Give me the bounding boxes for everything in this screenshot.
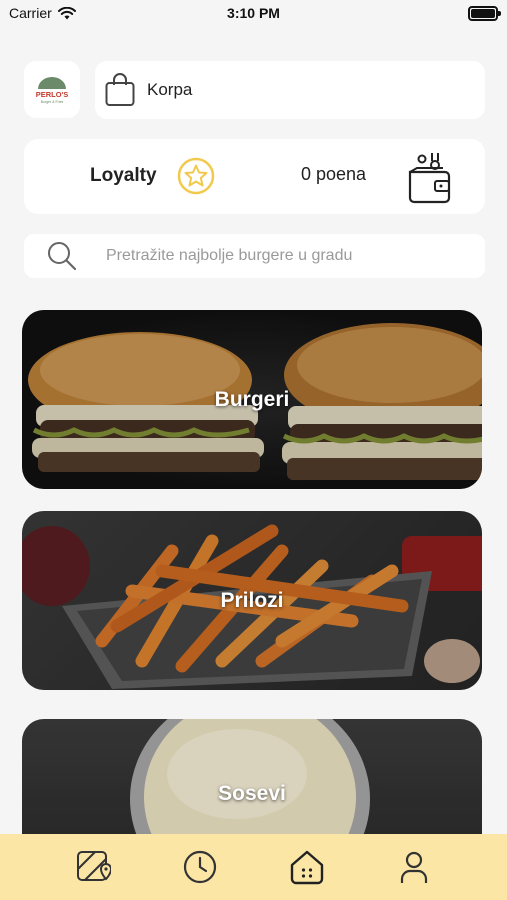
loyalty-points: 0 poena [301, 164, 367, 184]
battery-icon [468, 6, 501, 21]
tab-history[interactable] [178, 845, 222, 889]
cart-label: Korpa [147, 80, 193, 99]
wallet-coins-icon [408, 153, 451, 204]
tab-profile[interactable] [392, 845, 436, 889]
cart-button[interactable]: Korpa [95, 61, 485, 119]
perlos-logo: PERLO'S Burger & Fries [36, 76, 69, 104]
star-icon [177, 157, 215, 195]
home-icon [290, 850, 324, 885]
category-label: Burgeri [214, 387, 290, 411]
brand-logo[interactable]: PERLO'S Burger & Fries [24, 61, 80, 118]
loyalty-label: Loyalty [90, 165, 157, 186]
loyalty-card[interactable]: Loyalty 0 poena [24, 139, 485, 214]
logo-text: PERLO'S [36, 90, 69, 99]
category-card-burgeri[interactable]: Burgeri [22, 310, 482, 489]
search-bar[interactable] [24, 234, 485, 278]
shopping-bag-icon [105, 73, 135, 106]
map-icon [77, 851, 112, 881]
profile-icon [400, 851, 427, 883]
status-time: 3:10 PM [227, 5, 280, 21]
category-label: Sosevi [218, 782, 286, 805]
tab-map[interactable] [71, 845, 115, 889]
logo-subtext: Burger & Fries [41, 100, 64, 104]
category-label: Prilozi [220, 588, 284, 612]
status-bar: Carrier 3:10 PM [0, 0, 507, 30]
search-input[interactable] [106, 247, 466, 265]
category-card-prilozi[interactable]: Prilozi [22, 511, 482, 690]
clock-icon [184, 850, 217, 884]
tab-home[interactable] [285, 845, 329, 889]
search-icon [48, 242, 77, 271]
bottom-tab-bar [0, 834, 507, 900]
